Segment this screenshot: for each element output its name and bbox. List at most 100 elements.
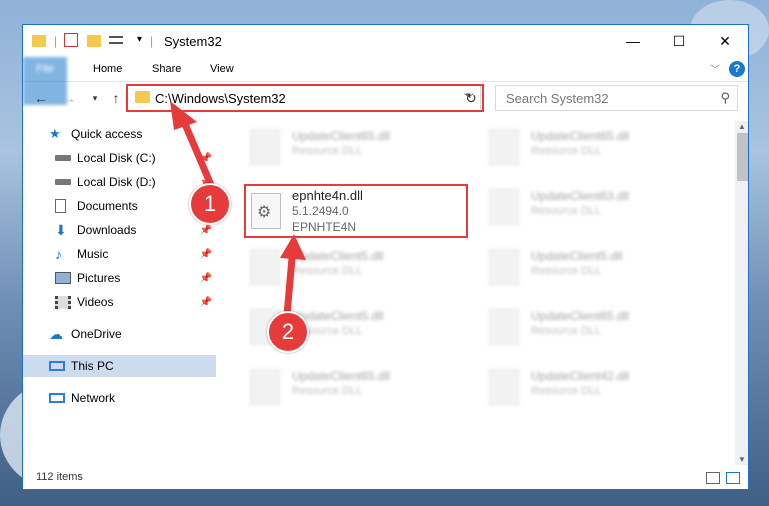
customize-quick-access-icon[interactable]: ▾ xyxy=(137,34,142,45)
file-name: UpdateClient42.dll xyxy=(531,369,630,383)
help-icon[interactable]: ? xyxy=(729,61,745,77)
window-title: System32 xyxy=(164,34,222,49)
list-item[interactable]: UpdateClient5.dll Resource DLL xyxy=(483,243,713,291)
file-version: 5.1.2494.0 xyxy=(292,204,349,218)
file-description: Resource DLL xyxy=(292,265,363,277)
list-item[interactable]: UpdateClient5.dll Resource DLL xyxy=(244,243,474,291)
list-item[interactable]: UpdateClient65.dll Resource DLL xyxy=(244,363,474,411)
search-input[interactable]: Search System32 ⚲ xyxy=(495,85,738,111)
dll-file-icon xyxy=(489,249,519,285)
sidebar-item-label: This PC xyxy=(71,359,114,373)
recent-locations-icon[interactable]: ▾ xyxy=(85,88,105,108)
tab-share[interactable]: Share xyxy=(140,57,193,81)
sidebar-item-music[interactable]: ♪ Music 📌 xyxy=(23,243,216,265)
dll-file-icon xyxy=(250,129,280,165)
sidebar-item-label: Pictures xyxy=(77,271,121,285)
divider: | xyxy=(150,34,154,48)
properties-icon[interactable] xyxy=(64,33,78,47)
up-arrow-icon[interactable]: ↑ xyxy=(106,88,126,108)
file-name: UpdateClient5.dll xyxy=(531,249,623,263)
sidebar-item-local-disk-c[interactable]: Local Disk (C:) 📌 xyxy=(23,147,216,169)
explorer-window: | ▾ | System32 — ☐ ✕ File Home Share Vie… xyxy=(22,24,749,490)
sidebar-item-videos[interactable]: Videos 📌 xyxy=(23,291,216,313)
drive-icon xyxy=(55,155,71,161)
sidebar-item-label: Local Disk (C:) xyxy=(77,151,156,165)
scroll-up-icon[interactable]: ▲ xyxy=(738,122,746,131)
cloud-icon: ☁ xyxy=(49,326,63,342)
dll-file-item[interactable]: ⚙ epnhte4n.dll 5.1.2494.0 EPNHTE4N xyxy=(244,184,468,238)
sidebar-item-label: Documents xyxy=(77,199,138,213)
list-item[interactable]: UpdateClient63.dll Resource DLL xyxy=(483,183,713,231)
sidebar-item-documents[interactable]: Documents 📌 xyxy=(23,195,216,217)
sidebar-item-label: Music xyxy=(77,247,109,261)
search-icon[interactable]: ⚲ xyxy=(720,90,730,106)
sidebar-item-downloads[interactable]: ⬇ Downloads 📌 xyxy=(23,219,216,241)
drive-icon xyxy=(55,179,71,185)
close-button[interactable]: ✕ xyxy=(702,25,748,57)
star-icon: ★ xyxy=(49,126,61,141)
navigation-pane: ★ Quick access Local Disk (C:) 📌 Local D… xyxy=(23,121,218,461)
file-name: UpdateClient65.dll xyxy=(531,129,630,143)
sidebar-item-this-pc[interactable]: This PC xyxy=(23,355,216,377)
chevron-down-icon[interactable]: ﹀ xyxy=(710,61,720,76)
scroll-down-icon[interactable]: ▼ xyxy=(738,455,746,464)
sidebar-item-quick-access[interactable]: ★ Quick access xyxy=(23,123,216,145)
tab-view[interactable]: View xyxy=(198,57,246,81)
details-view-icon[interactable] xyxy=(706,472,720,484)
sidebar-item-network[interactable]: Network xyxy=(23,387,216,409)
list-item[interactable]: UpdateClient65.dll Resource DLL xyxy=(483,303,713,351)
list-item[interactable]: UpdateClient65.dll Resource DLL xyxy=(483,123,713,171)
dll-file-icon xyxy=(489,129,519,165)
title-bar: | ▾ | System32 — ☐ ✕ xyxy=(23,25,748,57)
back-arrow-icon[interactable]: ← xyxy=(31,88,51,108)
sidebar-item-onedrive[interactable]: ☁ OneDrive xyxy=(23,323,216,345)
music-icon: ♪ xyxy=(55,246,62,262)
dll-file-icon xyxy=(250,369,280,405)
videos-icon xyxy=(55,295,71,309)
pin-icon[interactable]: 📌 xyxy=(200,249,212,260)
large-icons-view-icon[interactable] xyxy=(726,472,740,484)
address-highlight-box xyxy=(126,84,484,112)
file-list: UpdateClient65.dll Resource DLL UpdateCl… xyxy=(220,121,735,461)
pin-icon[interactable]: 📌 xyxy=(200,273,212,284)
file-description: Resource DLL xyxy=(531,385,602,397)
new-folder-icon[interactable] xyxy=(87,35,101,47)
file-name: UpdateClient65.dll xyxy=(531,309,630,323)
pin-icon[interactable]: 📌 xyxy=(200,297,212,308)
network-icon xyxy=(49,393,65,403)
list-item[interactable]: UpdateClient42.dll Resource DLL xyxy=(483,363,713,411)
callout-badge-one: 1 xyxy=(189,183,231,225)
pictures-icon xyxy=(55,272,71,284)
view-options-icon[interactable] xyxy=(109,36,123,44)
minimize-button[interactable]: — xyxy=(610,25,656,57)
file-name: UpdateClient5.dll xyxy=(292,249,384,263)
file-description: Resource DLL xyxy=(531,265,602,277)
search-placeholder: Search System32 xyxy=(506,91,609,106)
sidebar-item-pictures[interactable]: Pictures 📌 xyxy=(23,267,216,289)
vertical-scrollbar[interactable]: ▲ ▼ xyxy=(735,121,748,465)
file-description: Resource DLL xyxy=(531,325,602,337)
computer-icon xyxy=(49,361,65,371)
scroll-thumb[interactable] xyxy=(737,133,748,181)
dll-file-icon xyxy=(250,249,280,285)
pin-icon[interactable]: 📌 xyxy=(200,225,212,236)
file-name: epnhte4n.dll xyxy=(292,188,363,203)
sidebar-item-label: OneDrive xyxy=(71,327,122,341)
dll-file-icon xyxy=(489,369,519,405)
pin-icon[interactable]: 📌 xyxy=(200,153,212,164)
forward-arrow-icon[interactable]: → xyxy=(59,88,79,108)
ribbon: File Home Share View ﹀ ? xyxy=(23,57,748,105)
navigation-row: ← → ▾ ↑ C:\Windows\System32 ﹀ ↻ Search S… xyxy=(23,82,748,114)
divider: | xyxy=(54,34,58,48)
tab-home[interactable]: Home xyxy=(81,57,134,81)
dll-file-icon xyxy=(489,309,519,345)
status-bar: 112 items xyxy=(23,467,748,489)
dll-file-icon: ⚙ xyxy=(251,193,281,229)
documents-icon xyxy=(55,199,66,213)
maximize-button[interactable]: ☐ xyxy=(656,25,702,57)
sidebar-item-local-disk-d[interactable]: Local Disk (D:) 📌 xyxy=(23,171,216,193)
dll-file-icon xyxy=(489,189,519,225)
list-item[interactable]: UpdateClient65.dll Resource DLL xyxy=(244,123,474,171)
file-description: Resource DLL xyxy=(292,385,363,397)
file-description: Resource DLL xyxy=(292,145,363,157)
